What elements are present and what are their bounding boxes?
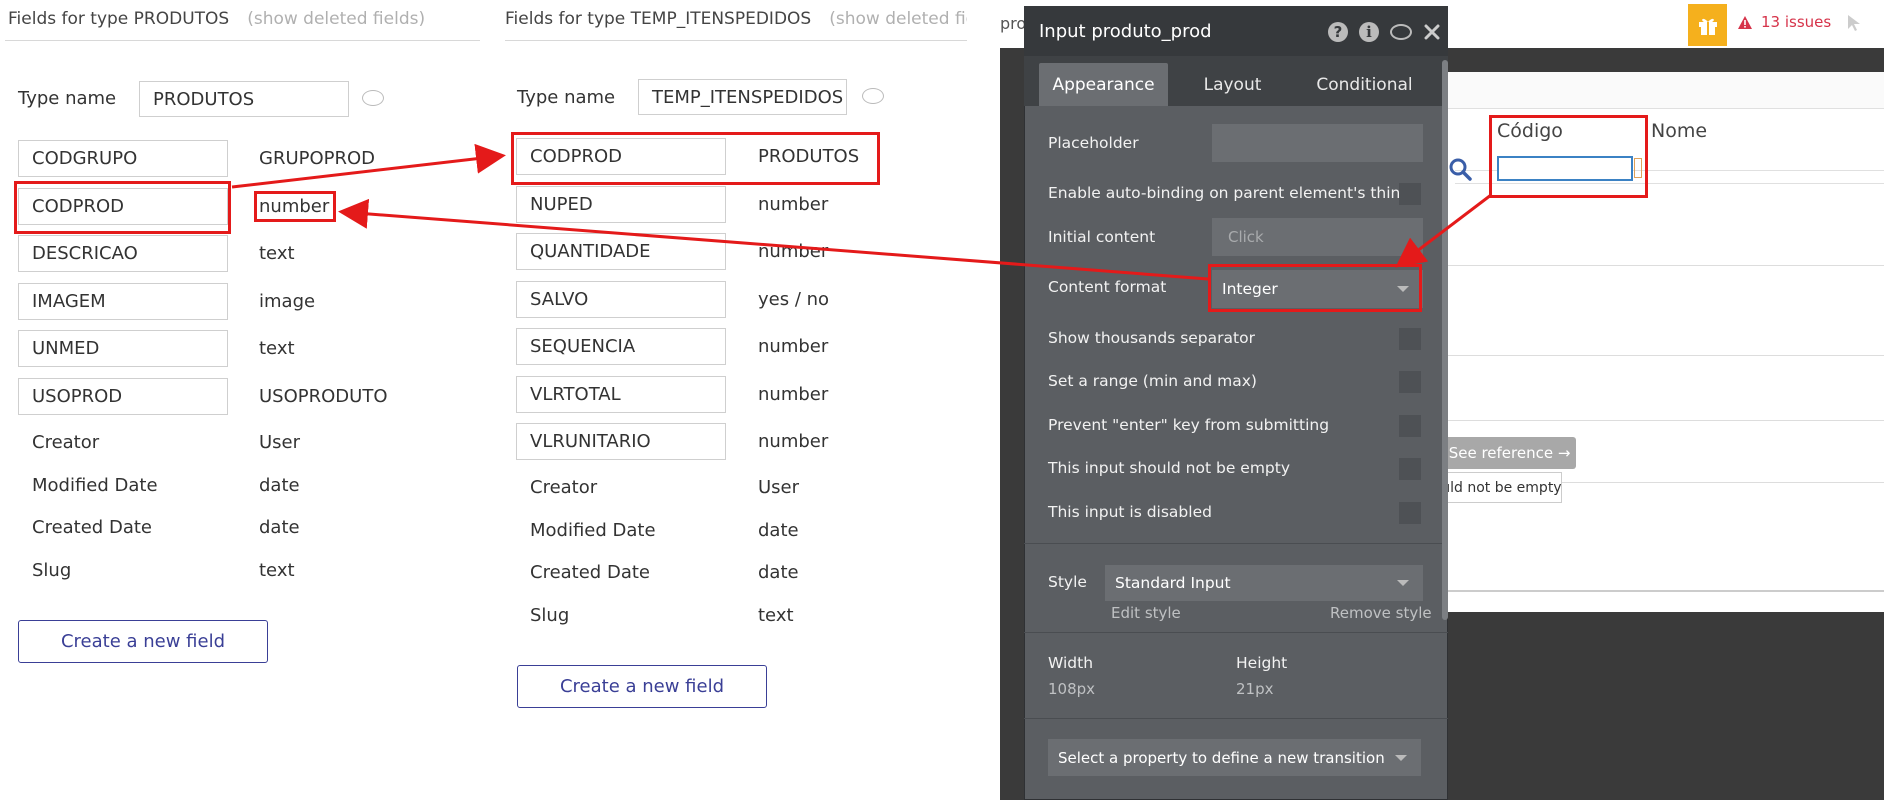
arrow-format-to-number <box>338 198 1209 281</box>
arrow-codigo-to-format <box>1395 193 1492 268</box>
arrow-codprod-to-middle <box>231 143 506 189</box>
annotation-arrows <box>231 143 1492 281</box>
